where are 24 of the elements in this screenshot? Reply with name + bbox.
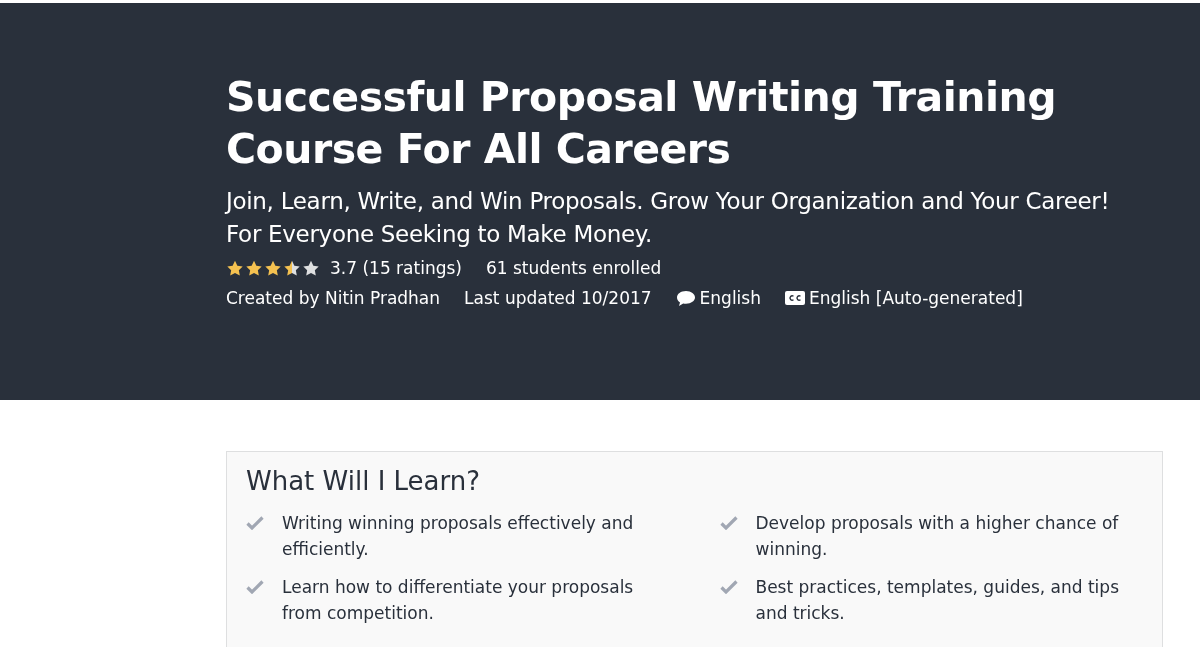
checkmark-icon [719,516,738,530]
learning-item: Writing winning proposals effectively and efficiently. [282,512,635,561]
language: English [699,288,761,308]
last-updated: Last updated 10/2017 [464,288,652,308]
section-heading: What Will I Learn? [246,466,482,496]
checkmark-icon [246,580,264,594]
star-icon [264,260,282,276]
rating-text: 3.7 (15 ratings) [330,258,462,278]
star-icon [226,260,244,276]
closed-captions-icon [785,290,805,306]
enrolled-count: 61 students enrolled [485,258,662,278]
speech-bubble-icon [675,289,696,307]
checkmark-icon [719,580,738,594]
course-title: Successful Proposal Writing Training Course For All Careers [226,72,1058,175]
learning-item: Learn how to differentiate your proposals from competition. [282,576,635,625]
star-icon [245,260,263,276]
created-by: Created by Nitin Pradhan [226,288,441,308]
star-icon [302,260,320,276]
star-icon [283,260,301,276]
checkmark-icon [246,516,264,530]
learning-item: Develop proposals with a higher chance of winning. [755,512,1120,561]
course-subtitle: Join, Learn, Write, and Win Proposals. Grow Your Organization and Your Career! For Everyone Seeking to Make Money. [226,187,1111,249]
learning-item: Best practices, templates, guides, and tips and tricks. [755,576,1120,625]
captions-language: English [Auto-generated] [809,288,1023,308]
